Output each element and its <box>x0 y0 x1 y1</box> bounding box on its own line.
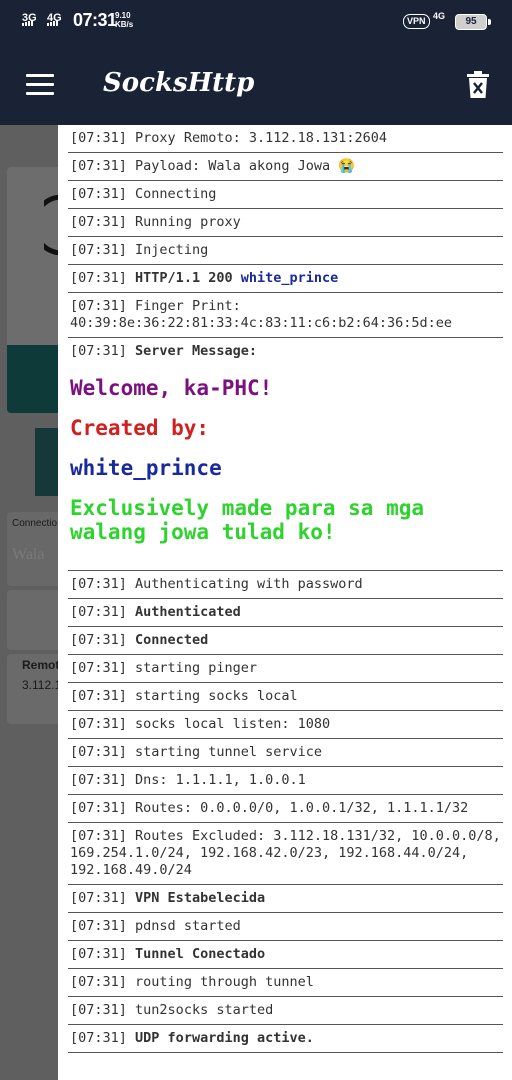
log-time: [07:31] <box>70 242 127 258</box>
network-speed: 9.10 KB/s <box>115 11 133 29</box>
log-line: [07:31] Tunnel Conectado <box>68 941 503 969</box>
log-line: [07:31] Connected <box>68 627 503 655</box>
log-text: starting tunnel service <box>135 744 322 760</box>
log-text: HTTP/1.1 200 <box>135 270 233 286</box>
log-text: Dns: 1.1.1.1, 1.0.0.1 <box>135 772 306 788</box>
log-text: socks local listen: 1080 <box>135 716 331 732</box>
vpn-badge: VPN <box>403 14 430 29</box>
log-line: [07:31] HTTP/1.1 200 white_prince <box>68 265 503 293</box>
log-time: [07:31] <box>70 1002 127 1018</box>
log-time: [07:31] <box>70 632 127 648</box>
log-time: [07:31] <box>70 772 127 788</box>
log-time: [07:31] <box>70 946 127 962</box>
log-line: [07:31] starting tunnel service <box>68 739 503 767</box>
log-time: [07:31] <box>70 270 127 286</box>
log-time: [07:31] <box>70 890 127 906</box>
speed-unit: KB/s <box>115 20 134 29</box>
server-message-label: Server Message: <box>135 343 257 359</box>
server-author: white_prince <box>70 456 222 480</box>
log-text: Proxy Remoto: 3.112.18.131:2604 <box>135 130 388 146</box>
log-time: [07:31] <box>70 828 127 844</box>
status-bar: 3G 4G 07:31 9.10 KB/s VPN 4G 95 <box>0 0 512 44</box>
log-line: [07:31] Finger Print: 40:39:8e:36:22:81:… <box>68 293 503 338</box>
log-line: [07:31] Routes Excluded: 3.112.18.131/32… <box>68 823 503 885</box>
log-text: Authenticated <box>135 604 241 620</box>
log-time: [07:31] <box>70 1030 127 1046</box>
log-line: [07:31] pdnsd started <box>68 913 503 941</box>
log-line: [07:31] Running proxy <box>68 209 503 237</box>
speed-value: 9.10 <box>115 11 131 20</box>
log-line: [07:31] Authenticating with password <box>68 571 503 599</box>
log-time: [07:31] <box>70 716 127 732</box>
log-line: [07:31] Dns: 1.1.1.1, 1.0.0.1 <box>68 767 503 795</box>
log-line: [07:31] Injecting <box>68 237 503 265</box>
app-toolbar: SocksHttp <box>0 44 512 125</box>
server-created-by: Created by: <box>70 416 210 440</box>
log-time: [07:31] <box>70 186 127 202</box>
log-time: [07:31] <box>70 298 127 314</box>
log-line: [07:31] Connecting <box>68 181 503 209</box>
log-text: Payload: Wala akong Jowa 😭 <box>135 158 356 174</box>
log-time: [07:31] <box>70 130 127 146</box>
server-welcome: Welcome, ka-PHC! <box>70 376 273 400</box>
log-line: [07:31] starting socks local <box>68 683 503 711</box>
log-line: [07:31] starting pinger <box>68 655 503 683</box>
log-line: [07:31] VPN Estabelecida <box>68 885 503 913</box>
log-time: [07:31] <box>70 214 127 230</box>
server-message-block: [07:31] Server Message: Welcome, ka-PHC!… <box>68 338 503 571</box>
log-line: [07:31] routing through tunnel <box>68 969 503 997</box>
log-time: [07:31] <box>70 604 127 620</box>
log-line: [07:31] Proxy Remoto: 3.112.18.131:2604 <box>68 125 503 153</box>
log-text: tun2socks started <box>135 1002 274 1018</box>
log-line: [07:31] Payload: Wala akong Jowa 😭 <box>68 153 503 181</box>
log-line: [07:31] tun2socks started <box>68 997 503 1025</box>
log-time: [07:31] <box>70 744 127 760</box>
log-text: Connected <box>135 632 209 648</box>
log-text: routing through tunnel <box>135 974 314 990</box>
log-text: Tunnel Conectado <box>135 946 266 962</box>
battery-icon: 95 <box>455 14 491 30</box>
log-text: Running proxy <box>135 214 241 230</box>
log-text: pdnsd started <box>135 918 241 934</box>
background-payload-preview: Wala <box>12 546 45 563</box>
log-text: starting pinger <box>135 660 257 676</box>
log-highlight: white_prince <box>240 270 339 286</box>
log-line: [07:31] socks local listen: 1080 <box>68 711 503 739</box>
server-note: Exclusively made para sa mga walang jowa… <box>70 496 425 544</box>
log-text: Routes: 0.0.0.0/0, 1.0.0.1/32, 1.1.1.1/3… <box>135 800 469 816</box>
log-text: Routes Excluded: 3.112.18.131/32, 10.0.0… <box>70 828 501 878</box>
background-connection-label: Connectio <box>12 518 58 529</box>
log-time: [07:31] <box>70 800 127 816</box>
log-text: VPN Estabelecida <box>135 890 266 906</box>
background-remote-label: Remot <box>22 658 60 672</box>
log-line: [07:31] UDP forwarding active. <box>68 1025 503 1053</box>
clock: 07:31 <box>73 10 117 30</box>
signal-bars-icon <box>47 20 58 26</box>
log-time: [07:31] <box>70 576 127 592</box>
log-time: [07:31] <box>70 688 127 704</box>
log-time: [07:31] <box>70 343 127 359</box>
log-time: [07:31] <box>70 918 127 934</box>
log-text: Authenticating with password <box>135 576 363 592</box>
network-4g-label: 4G <box>433 11 446 21</box>
signal-bars-icon <box>22 20 33 26</box>
log-text: Connecting <box>135 186 217 202</box>
log-drawer[interactable]: [07:31] Proxy Remoto: 3.112.18.131:2604 … <box>58 125 512 1080</box>
log-text: Finger Print: 40:39:8e:36:22:81:33:4c:83… <box>70 298 453 331</box>
log-text: Injecting <box>135 242 209 258</box>
app-title: SocksHttp <box>103 68 255 98</box>
log-text: UDP forwarding active. <box>135 1030 314 1046</box>
log-time: [07:31] <box>70 974 127 990</box>
log-list: [07:31] Proxy Remoto: 3.112.18.131:2604 … <box>58 125 512 1053</box>
background-remote-value: 3.112.1 <box>22 678 62 692</box>
log-time: [07:31] <box>70 158 127 174</box>
hamburger-menu-icon[interactable] <box>26 74 54 95</box>
server-message-header: [07:31] Server Message: <box>70 343 501 360</box>
log-line: [07:31] Authenticated <box>68 599 503 627</box>
log-time: [07:31] <box>70 660 127 676</box>
log-line: [07:31] Routes: 0.0.0.0/0, 1.0.0.1/32, 1… <box>68 795 503 823</box>
log-text: starting socks local <box>135 688 298 704</box>
trash-icon[interactable] <box>466 71 490 99</box>
